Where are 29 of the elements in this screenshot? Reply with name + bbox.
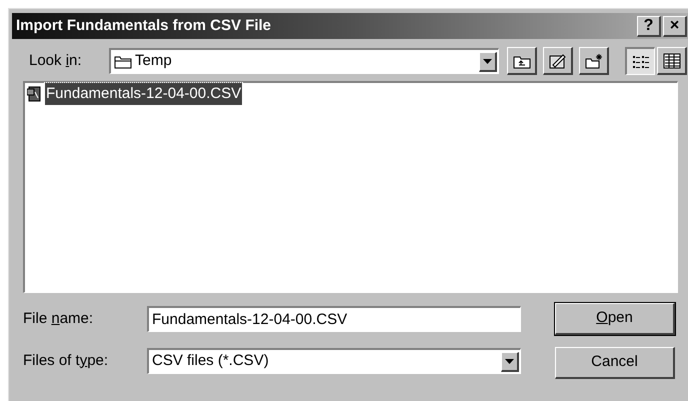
list-view-button[interactable] [625,47,655,75]
details-view-icon [662,52,680,68]
csv-file-icon [27,86,43,102]
look-in-dropdown[interactable]: Temp [109,48,499,74]
new-folder-icon [584,52,602,68]
caret-icon [505,358,514,364]
close-button[interactable]: × [663,16,687,36]
dropdown-button[interactable] [479,52,497,72]
up-folder-button[interactable] [507,47,537,75]
look-in-value: Temp [135,51,172,72]
folder-icon [114,54,132,68]
cancel-button[interactable]: Cancel [555,347,675,379]
pencil-card-icon [548,52,566,68]
look-in-label: Look in: [29,50,83,71]
window-title: Import Fundamentals from CSV File [16,16,272,36]
file-type-value: CSV files (*.CSV) [152,351,269,372]
list-view-icon [632,54,650,70]
file-name-label: File name: [23,308,94,329]
file-name-field[interactable]: Fundamentals-12-04-00.CSV [147,306,521,332]
help-button[interactable]: ? [637,16,661,36]
details-view-button[interactable] [657,47,687,75]
file-item[interactable]: Fundamentals-12-04-00.CSV [27,85,675,103]
caret-icon [483,58,492,64]
open-button[interactable]: Open [555,303,675,335]
file-type-label: Files of type: [23,350,110,371]
file-name: Fundamentals-12-04-00.CSV [45,82,242,106]
dropdown-button[interactable] [501,352,519,372]
file-type-dropdown[interactable]: CSV files (*.CSV) [147,348,521,374]
new-folder-button[interactable] [579,47,609,75]
